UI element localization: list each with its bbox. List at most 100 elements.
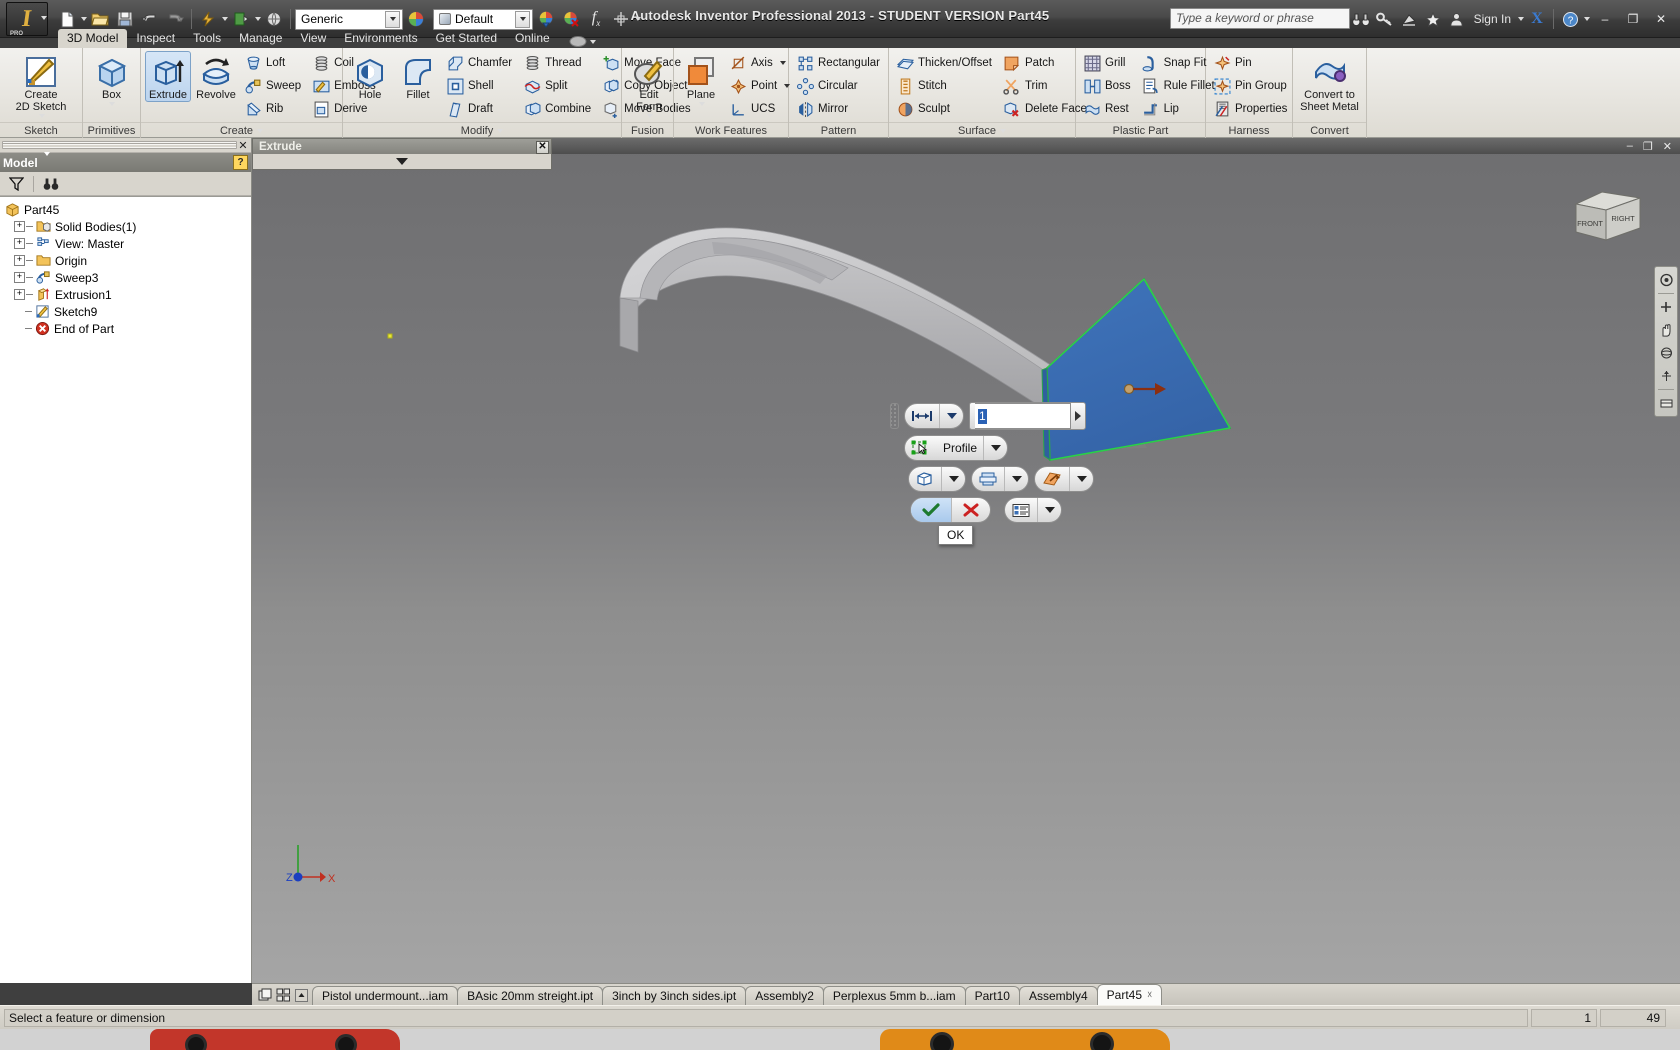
output-dropdown-icon[interactable] bbox=[942, 467, 965, 491]
ribbon-button-extrude[interactable]: Extrude bbox=[145, 51, 191, 102]
ribbon-button-edit-form[interactable]: Edit Form bbox=[626, 51, 672, 119]
output-type-button[interactable] bbox=[908, 466, 966, 492]
solid-output-icon[interactable] bbox=[909, 467, 942, 491]
ribbon-tab-environments[interactable]: Environments bbox=[335, 29, 426, 48]
browser-drag-grip[interactable]: ✕ bbox=[0, 138, 251, 152]
sign-in-button[interactable]: Sign In bbox=[1470, 12, 1515, 26]
tree-item-end-of-part[interactable]: End of Part bbox=[4, 320, 251, 337]
document-tab-part10[interactable]: Part10 bbox=[964, 986, 1020, 1005]
maximize-button[interactable]: ❐ bbox=[1620, 10, 1646, 28]
profile-select-button[interactable]: Profile bbox=[904, 435, 1009, 461]
ribbon-button-hole[interactable]: Hole bbox=[347, 51, 393, 102]
document-tab-assembly4[interactable]: Assembly4 bbox=[1018, 986, 1098, 1005]
qat-overflow-caret-icon[interactable] bbox=[635, 17, 641, 21]
ribbon-button-dropdown-icon[interactable] bbox=[109, 102, 115, 106]
document-tab-3inch-by-3inch-sides-ipt[interactable]: 3inch by 3inch sides.ipt bbox=[602, 986, 747, 1005]
tree-expander-icon[interactable]: + bbox=[14, 272, 25, 283]
join-boolean-icon[interactable] bbox=[972, 467, 1005, 491]
ribbon-button-thread[interactable]: Thread bbox=[520, 52, 597, 74]
ribbon-group-expand-icon[interactable] bbox=[257, 128, 264, 133]
ribbon-button-revolve[interactable]: Revolve bbox=[193, 51, 239, 102]
tree-item-part45[interactable]: Part45 bbox=[4, 201, 251, 218]
minimize-button[interactable]: – bbox=[1592, 10, 1618, 28]
extent-dropdown-icon[interactable] bbox=[940, 404, 963, 428]
ribbon-button-shell[interactable]: Shell bbox=[443, 75, 518, 97]
ribbon-button-sculpt[interactable]: Sculpt bbox=[893, 98, 998, 120]
binoculars-icon[interactable] bbox=[1350, 8, 1372, 30]
direction-button[interactable] bbox=[1034, 466, 1094, 492]
filter-icon[interactable] bbox=[6, 175, 26, 193]
document-tab-close-icon[interactable]: ☓ bbox=[1147, 990, 1152, 1001]
ribbon-button-rectangular[interactable]: Rectangular bbox=[793, 52, 886, 74]
boolean-operation-button[interactable] bbox=[971, 466, 1029, 492]
graphics-viewport[interactable]: – ❐ ✕ Extrude ✕ 1 Profile OK FRONT RIGHT… bbox=[252, 138, 1680, 983]
material-combo-arrow-icon[interactable] bbox=[385, 10, 400, 28]
document-tab-perplexus-5mm-b-iam[interactable]: Perplexus 5mm b...iam bbox=[822, 986, 966, 1005]
extent-type-button[interactable] bbox=[904, 403, 964, 429]
tree-item-sketch9[interactable]: Sketch9 bbox=[4, 303, 251, 320]
look-at-icon[interactable] bbox=[1656, 366, 1676, 386]
new-document-dropdown-icon[interactable] bbox=[81, 17, 87, 21]
ribbon-button-rib[interactable]: Rib bbox=[241, 98, 307, 120]
home-view-icon[interactable] bbox=[1656, 270, 1676, 290]
arrange-icon[interactable] bbox=[275, 987, 291, 1003]
help-caret-icon[interactable] bbox=[1584, 17, 1590, 21]
scroll-up-icon[interactable] bbox=[293, 987, 309, 1003]
display-style-icon[interactable] bbox=[1656, 393, 1676, 413]
document-tab-basic-20mm-streight-ipt[interactable]: BAsic 20mm streight.ipt bbox=[457, 986, 604, 1005]
satellite-icon[interactable] bbox=[1398, 8, 1420, 30]
extrude-dialog-close-icon[interactable]: ✕ bbox=[536, 140, 549, 154]
ribbon-tab-get-started[interactable]: Get Started bbox=[427, 29, 506, 48]
search-input[interactable]: Type a keyword or phrase bbox=[1170, 8, 1350, 29]
direction-flip-icon[interactable] bbox=[1035, 467, 1070, 491]
return-dropdown-icon[interactable] bbox=[255, 17, 261, 21]
application-menu-caret-icon[interactable] bbox=[40, 16, 47, 20]
distance-extent-icon[interactable] bbox=[905, 404, 940, 428]
tree-expander-icon[interactable]: + bbox=[14, 255, 25, 266]
cancel-button[interactable] bbox=[952, 498, 990, 522]
ribbon-group-expand-icon[interactable] bbox=[999, 128, 1006, 133]
ribbon-button-circular[interactable]: Circular bbox=[793, 75, 886, 97]
tree-expander-icon[interactable]: + bbox=[14, 238, 25, 249]
document-tab-part45[interactable]: Part45 ☓ bbox=[1096, 984, 1163, 1005]
options-list-icon[interactable] bbox=[1005, 498, 1038, 522]
ribbon-button-dropdown-icon[interactable] bbox=[698, 102, 705, 106]
extrude-dialog[interactable]: Extrude ✕ bbox=[252, 138, 552, 170]
ribbon-button-point[interactable]: Point bbox=[726, 75, 796, 97]
ribbon-tab-3d-model[interactable]: 3D Model bbox=[58, 29, 128, 48]
ribbon-button-create-2d-sketch[interactable]: Create 2D Sketch bbox=[4, 51, 78, 119]
profile-dropdown-icon[interactable] bbox=[984, 436, 1007, 460]
orbit-icon[interactable] bbox=[1656, 343, 1676, 363]
ribbon-button-loft[interactable]: Loft bbox=[241, 52, 307, 74]
ribbon-button-boss[interactable]: Boss bbox=[1080, 75, 1137, 97]
ribbon-button-axis[interactable]: Axis bbox=[726, 52, 796, 74]
tree-item-solid-bodies-1-[interactable]: + Solid Bodies(1) bbox=[4, 218, 251, 235]
ribbon-button-chamfer[interactable]: Chamfer bbox=[443, 52, 518, 74]
distance-dropdown-icon[interactable] bbox=[1071, 403, 1085, 429]
tree-item-sweep3[interactable]: + Sweep3 bbox=[4, 269, 251, 286]
mini-toolbar-grip[interactable] bbox=[890, 403, 899, 429]
tree-expander-icon[interactable]: + bbox=[14, 289, 25, 300]
ribbon-button-stitch[interactable]: Stitch bbox=[893, 75, 998, 97]
ribbon-group-expand-icon[interactable] bbox=[497, 128, 504, 133]
sign-in-caret-icon[interactable] bbox=[1518, 17, 1524, 21]
extrude-dialog-titlebar[interactable]: Extrude ✕ bbox=[252, 138, 552, 154]
appearance-combo[interactable]: Default bbox=[433, 8, 533, 30]
tile-windows-icon[interactable] bbox=[257, 987, 273, 1003]
expand-caret-icon[interactable] bbox=[396, 158, 408, 165]
document-tab-pistol-undermount-iam[interactable]: Pistol undermount...iam bbox=[312, 986, 459, 1005]
ribbon-button-pin-group[interactable]: Pin Group bbox=[1210, 75, 1293, 97]
ribbon-tab-inspect[interactable]: Inspect bbox=[127, 29, 184, 48]
profile-select-icon[interactable] bbox=[905, 436, 934, 460]
update-dropdown-icon[interactable] bbox=[222, 17, 228, 21]
ribbon-button-sweep[interactable]: Sweep bbox=[241, 75, 307, 97]
tree-expander-icon[interactable]: + bbox=[14, 221, 25, 232]
find-binoculars-icon[interactable] bbox=[41, 175, 61, 193]
ribbon-tab-online[interactable]: Online bbox=[506, 29, 559, 48]
close-button[interactable]: ✕ bbox=[1648, 10, 1674, 28]
ribbon-button-properties[interactable]: Properties bbox=[1210, 98, 1293, 120]
tree-item-origin[interactable]: + Origin bbox=[4, 252, 251, 269]
browser-header[interactable]: Model ? bbox=[0, 151, 251, 172]
boolean-dropdown-icon[interactable] bbox=[1005, 467, 1028, 491]
ribbon-button-convert-to-sheet-metal[interactable]: Convert to Sheet Metal bbox=[1297, 51, 1362, 114]
